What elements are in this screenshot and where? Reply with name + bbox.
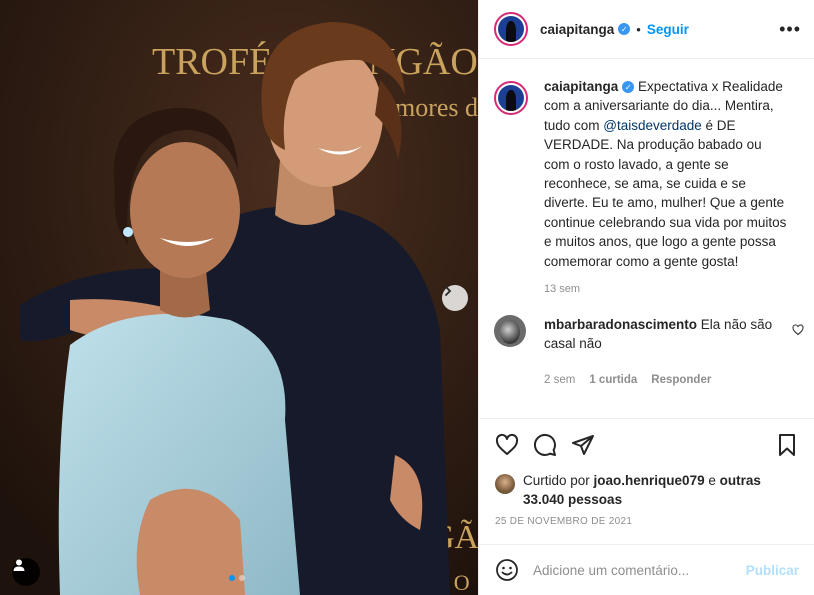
comment-button[interactable] <box>533 433 557 457</box>
tagged-users-button[interactable] <box>12 558 40 586</box>
emoji-button[interactable] <box>495 558 519 582</box>
verified-badge-icon: ✓ <box>618 23 631 35</box>
caption-timestamp[interactable]: 13 sem <box>544 283 789 295</box>
likes-middle: e <box>704 473 720 488</box>
post-media[interactable]: TROFÉ NGÃO mores d GÃ S O <box>0 0 478 595</box>
comment-timestamp[interactable]: 2 sem <box>544 374 575 386</box>
comment-likes-count[interactable]: 1 curtida <box>589 374 637 386</box>
caption-part: é DE VERDADE. Na produção babado ou com … <box>544 117 787 269</box>
share-button[interactable] <box>571 433 595 457</box>
more-icon[interactable]: ••• <box>779 19 801 40</box>
verified-badge-icon: ✓ <box>622 81 635 94</box>
carousel-dot-active <box>229 575 235 581</box>
backdrop-text: TROFÉ <box>152 41 272 83</box>
like-button[interactable] <box>495 433 519 457</box>
backdrop-text: mores d <box>395 93 478 122</box>
likes-prefix: Curtido por <box>523 473 594 488</box>
carousel-dot <box>239 575 245 581</box>
caption: caiapitanga ✓ Expectativa x Realidade com… <box>494 77 804 295</box>
caption-text: caiapitanga ✓ Expectativa x Realidade com… <box>544 77 789 271</box>
save-button[interactable] <box>775 433 799 457</box>
comment-meta: 2 sem 1 curtida Responder <box>544 374 779 386</box>
post-date[interactable]: 25 DE NOVEMBRO DE 2021 <box>495 516 632 527</box>
comment-text: mbarbaradonascimento Ela não são casal n… <box>544 315 779 354</box>
photo: TROFÉ NGÃO mores d GÃ S O <box>0 0 478 595</box>
heart-icon <box>495 433 519 455</box>
avatar[interactable] <box>494 81 528 115</box>
post-header: caiapitanga ✓ • Seguir ••• <box>479 0 814 59</box>
follow-button[interactable]: Seguir <box>647 22 689 37</box>
author-username[interactable]: caiapitanga <box>540 22 614 37</box>
separator-dot: • <box>636 21 641 37</box>
heart-icon <box>792 324 804 336</box>
post-actions-bar <box>479 418 814 471</box>
chevron-right-icon <box>445 286 452 296</box>
comment-like-button[interactable] <box>792 324 804 339</box>
comment-username[interactable]: mbarbaradonascimento <box>544 317 697 332</box>
caption-mention-link[interactable]: @taisdeverdade <box>603 118 702 133</box>
user-tag-icon <box>13 559 25 571</box>
comment-input[interactable] <box>533 562 723 578</box>
liker-username[interactable]: joao.henrique079 <box>594 473 705 488</box>
share-icon <box>572 435 594 455</box>
reply-button[interactable]: Responder <box>651 374 711 386</box>
caption-username[interactable]: caiapitanga <box>544 79 618 94</box>
carousel-indicator <box>229 575 245 581</box>
instagram-post: TROFÉ NGÃO mores d GÃ S O caiapitanga ✓ … <box>0 0 814 595</box>
post-side-panel: caiapitanga ✓ • Seguir ••• caiapitanga ✓ … <box>478 0 814 595</box>
next-slide-button[interactable] <box>442 285 468 311</box>
publish-button[interactable]: Publicar <box>746 563 799 578</box>
comment-icon <box>533 433 556 456</box>
likes-summary: Curtido por joao.henrique079 e outras 33… <box>495 471 795 509</box>
comment-item: mbarbaradonascimento Ela não são casal n… <box>494 315 804 386</box>
avatar[interactable] <box>494 315 526 347</box>
emoji-icon <box>496 559 518 581</box>
likes-text: Curtido por joao.henrique079 e outras 33… <box>523 471 795 509</box>
avatar[interactable] <box>494 12 528 46</box>
bookmark-icon <box>779 434 795 456</box>
avatar[interactable] <box>495 474 515 494</box>
add-comment-bar: Publicar <box>479 544 814 595</box>
